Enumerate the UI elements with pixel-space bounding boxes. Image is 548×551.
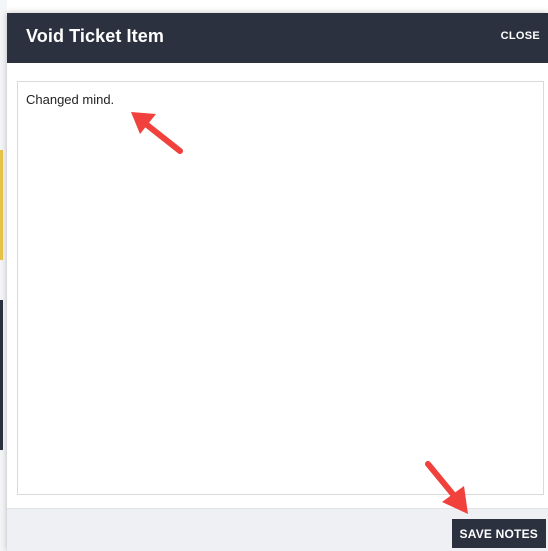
page: Void Ticket Item CLOSE Changed mind. SAV… (0, 0, 548, 551)
background-accent-yellow (0, 150, 3, 260)
modal-title: Void Ticket Item (26, 26, 164, 46)
modal-header: Void Ticket Item CLOSE (7, 13, 548, 63)
modal-body: Changed mind. (7, 63, 548, 508)
background-page-edge (0, 0, 7, 551)
close-button[interactable]: CLOSE (501, 30, 540, 42)
red-arrow-icon (131, 112, 183, 154)
save-notes-button[interactable]: SAVE NOTES (451, 519, 546, 548)
notes-textarea[interactable]: Changed mind. (17, 81, 544, 495)
background-accent-dark (0, 300, 3, 450)
red-arrow-icon (425, 461, 468, 514)
